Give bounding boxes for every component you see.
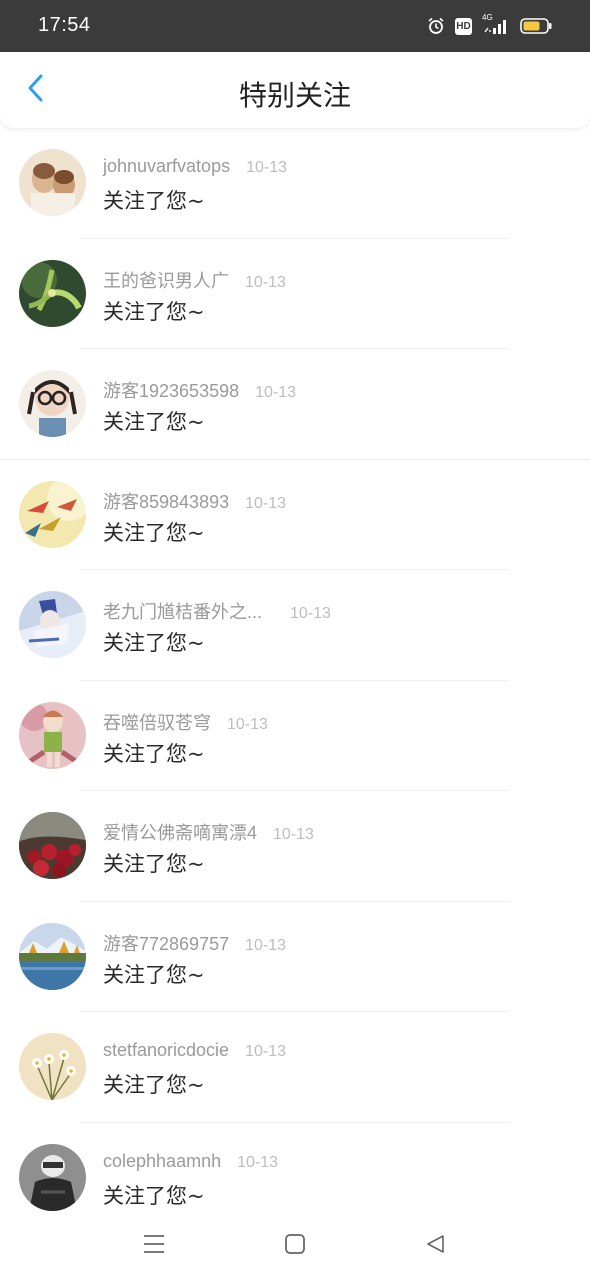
list-item[interactable]: 老九门馗桔番外之... 10-13 关注了您~ (0, 570, 590, 681)
hd-icon: HD (455, 17, 472, 35)
username[interactable]: stetfanoricdocie (103, 1040, 229, 1061)
notification-message: 关注了您~ (103, 852, 205, 876)
notification-message: 关注了您~ (103, 741, 205, 766)
follow-notification-list: johnuvarfvatops 10-13 关注了您~ 王的爸识男人广 10-13 … (0, 128, 590, 1233)
avatar[interactable] (19, 480, 86, 548)
status-bar: 17:54 HD 4G (0, 0, 590, 52)
4g-signal-icon: 4G (482, 13, 510, 36)
notification-message: 关注了您~ (103, 410, 205, 434)
username[interactable]: 游客859843893 (103, 488, 229, 514)
username[interactable]: 王的爸识男人广 (103, 267, 229, 293)
list-item[interactable]: stetfanoricdocie 10-13 关注了您~ (0, 1012, 590, 1123)
avatar[interactable] (19, 701, 86, 769)
menu-button[interactable] (140, 1232, 168, 1260)
timestamp: 10-13 (237, 1153, 279, 1171)
username[interactable]: johnuvarfvatops (103, 156, 230, 177)
timestamp: 10-13 (245, 936, 287, 954)
username[interactable]: 爱情公佛斋嘀寓漂4 (103, 819, 257, 845)
alarm-icon (427, 17, 445, 35)
back-triangle-icon (424, 1233, 446, 1259)
timestamp: 10-13 (246, 159, 288, 176)
home-button[interactable] (281, 1232, 309, 1260)
avatar[interactable] (19, 259, 86, 327)
timestamp: 10-13 (227, 715, 268, 733)
avatar[interactable] (19, 1033, 86, 1100)
list-item[interactable]: johnuvarfvatops 10-13 关注了您~ (0, 128, 590, 239)
notification-message: 关注了您~ (103, 189, 205, 213)
battery-icon (520, 17, 552, 35)
list-item[interactable]: 王的爸识男人广 10-13 关注了您~ (0, 239, 590, 349)
notification-message: 关注了您~ (103, 962, 205, 987)
list-item[interactable]: 游客772869757 10-13 关注了您~ (0, 902, 590, 1012)
list-item[interactable]: 吞噬倍驭苍穹 10-13 关注了您~ (0, 681, 590, 791)
timestamp: 10-13 (255, 384, 297, 401)
list-item[interactable]: 游客1923653598 10-13 关注了您~ (0, 349, 590, 460)
avatar[interactable] (19, 370, 86, 437)
avatar[interactable] (19, 1143, 86, 1211)
avatar[interactable] (19, 591, 86, 658)
username[interactable]: 游客772869757 (103, 930, 229, 956)
timestamp: 10-13 (245, 494, 287, 512)
timestamp: 10-13 (290, 605, 331, 622)
status-time: 17:54 (38, 14, 91, 36)
username[interactable]: colephhaamnh (103, 1151, 221, 1172)
menu-icon (142, 1233, 166, 1259)
avatar[interactable] (19, 922, 86, 990)
username[interactable]: 吞噬倍驭苍穹 (103, 709, 211, 735)
notification-message: 关注了您~ (103, 1183, 205, 1208)
timestamp: 10-13 (245, 1043, 286, 1060)
app-header: 特别关注 (0, 52, 590, 128)
avatar[interactable] (19, 812, 86, 879)
list-item[interactable]: 爱情公佛斋嘀寓漂4 10-13 关注了您~ (0, 791, 590, 902)
status-icons: HD 4G (427, 13, 552, 38)
timestamp: 10-13 (273, 826, 314, 843)
username[interactable]: 游客1923653598 (103, 377, 239, 403)
timestamp: 10-13 (245, 273, 286, 291)
home-icon (284, 1233, 306, 1259)
notification-message: 关注了您~ (103, 631, 205, 655)
notification-message: 关注了您~ (103, 520, 205, 545)
list-item[interactable]: 游客859843893 10-13 关注了您~ (0, 460, 590, 570)
notification-message: 关注了您~ (103, 299, 205, 324)
username[interactable]: 老九门馗桔番外之... (103, 598, 262, 624)
notification-message: 关注了您~ (103, 1073, 205, 1097)
back-nav-button[interactable] (421, 1232, 449, 1260)
system-nav-bar (0, 1212, 590, 1280)
page-title: 特别关注 (238, 79, 351, 112)
avatar[interactable] (19, 149, 86, 216)
